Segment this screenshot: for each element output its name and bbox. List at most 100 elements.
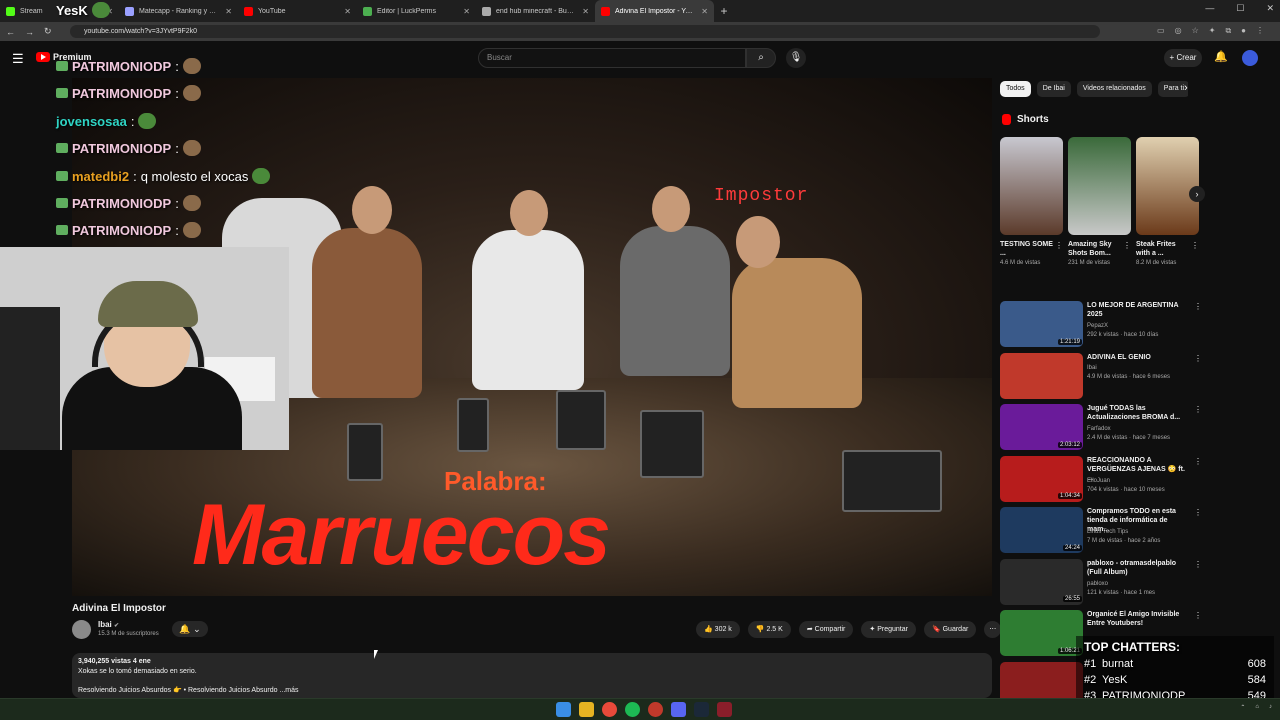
more-icon[interactable]: ⋮ <box>1123 241 1131 250</box>
sub-badge-icon <box>56 143 68 153</box>
cast-icon[interactable]: ▭ <box>1157 26 1165 36</box>
close-window-icon[interactable]: ✕ <box>1266 3 1274 14</box>
create-button[interactable]: + Crear <box>1164 49 1202 67</box>
impostor-label: Impostor <box>714 186 809 206</box>
reload-icon[interactable]: ↻ <box>44 26 52 37</box>
close-tab-icon[interactable]: ✕ <box>701 7 708 16</box>
volume-icon[interactable]: ♪ <box>1269 704 1272 711</box>
windows-start-icon[interactable] <box>556 702 571 717</box>
youtube-icon <box>601 6 610 16</box>
more-icon[interactable]: ⋮ <box>1194 508 1202 517</box>
short-thumbnail[interactable] <box>1136 137 1199 235</box>
close-tab-icon[interactable]: ✕ <box>463 7 470 16</box>
person-5-head <box>736 216 780 268</box>
chip-de-ibai[interactable]: De Ibai <box>1036 81 1071 97</box>
tab-search[interactable]: end hub minecraft - Buscar con✕ <box>476 0 595 22</box>
maximize-icon[interactable]: ☐ <box>1236 3 1244 14</box>
chat-message: YesK <box>56 2 110 18</box>
tab-adivina-impostor[interactable]: Adivina El Impostor - YouTu ✕ <box>595 0 714 22</box>
more-icon: ⋯ <box>989 626 997 633</box>
save-button[interactable]: 🔖 Guardar <box>923 621 977 638</box>
more-icon[interactable]: ⋮ <box>1194 405 1202 414</box>
more-icon[interactable]: ⋮ <box>1194 611 1202 620</box>
ask-button[interactable]: ✦ Preguntar <box>861 621 916 638</box>
more-icon[interactable]: ⋮ <box>1055 241 1063 250</box>
more-icon[interactable]: ⋮ <box>1194 457 1202 466</box>
rec-video[interactable]: 1:04:34 REACCIONANDO A VERGÜENZAS AJENAS … <box>1000 454 1202 506</box>
more-icon[interactable]: ⋮ <box>1194 560 1202 569</box>
new-tab-button[interactable]: + <box>714 4 734 18</box>
person-2 <box>312 228 422 398</box>
voice-search-button[interactable]: 🎙 <box>786 48 806 68</box>
close-tab-icon[interactable]: ✕ <box>344 7 351 16</box>
search-input[interactable]: Buscar <box>478 48 746 68</box>
short-thumbnail[interactable] <box>1000 137 1063 235</box>
file-explorer-icon[interactable] <box>579 702 594 717</box>
more-icon[interactable]: ⋮ <box>1191 241 1199 250</box>
extensions-bar: ▭ ◎ ☆ ✦ ⧉ ● ⋮ <box>1157 26 1264 36</box>
extension-icon[interactable]: ✦ <box>1209 26 1216 36</box>
notifications-bell-icon[interactable]: 🔔 <box>1214 50 1228 63</box>
subscribed-bell-button[interactable]: 🔔 ⌄ <box>172 621 208 637</box>
description-box[interactable]: 3,940,255 vistas 4 ene Xokas se lo tomó … <box>72 653 992 698</box>
search-icon: ⌕ <box>758 52 764 63</box>
short-card[interactable]: Steak Frites with a ... 8.2 M de vistas … <box>1136 137 1199 277</box>
shorts-header: Shorts <box>1002 114 1049 125</box>
google-icon <box>482 6 491 16</box>
share-button[interactable]: ➦ Compartir <box>798 621 854 638</box>
bookmark-star-icon[interactable]: ☆ <box>1192 26 1199 36</box>
screen: Stream✕ Matecapp - Ranking y Racha d✕ Yo… <box>0 0 1280 720</box>
close-tab-icon[interactable]: ✕ <box>225 7 232 16</box>
rec-video[interactable]: 2:03:12 Jugué TODAS las Actualizaciones B… <box>1000 402 1202 454</box>
rec-thumbnail[interactable] <box>1000 352 1083 399</box>
chevron-right-icon[interactable]: › <box>1184 82 1188 94</box>
back-icon[interactable]: ← <box>6 27 15 37</box>
tab-matecapp[interactable]: Matecapp - Ranking y Racha d✕ <box>119 0 238 22</box>
more-icon[interactable]: ⋮ <box>1256 26 1264 36</box>
network-icon[interactable]: ⌂ <box>1255 704 1259 711</box>
shorts-next-button[interactable]: › <box>1189 186 1205 202</box>
more-icon[interactable]: ⋮ <box>1194 354 1202 363</box>
verified-icon: ✔ <box>114 623 120 629</box>
channel-name[interactable]: Ibai ✔ <box>98 620 119 629</box>
address-bar[interactable]: youtube.com/watch?v=3JYvtP9F2k0 <box>70 25 1100 38</box>
shorts-shelf: TESTING SOME ... 4.6 M de vistas ⋮ Amazi… <box>1000 137 1199 277</box>
rec-video[interactable]: ADIVINA EL GENIO Ibai 4.9 M de vistas · ha… <box>1000 351 1202 403</box>
search-button[interactable]: ⌕ <box>746 48 776 68</box>
channel-avatar[interactable] <box>72 620 91 639</box>
chip-todos[interactable]: Todos <box>1000 81 1031 97</box>
app-icon[interactable] <box>648 702 663 717</box>
puzzle-icon[interactable]: ⧉ <box>1225 26 1231 36</box>
chrome-icon[interactable] <box>602 702 617 717</box>
more-actions-button[interactable]: ⋯ <box>984 621 1002 638</box>
account-avatar[interactable] <box>1242 50 1258 66</box>
view-count: 3,940,255 vistas 4 ene <box>78 658 151 665</box>
dislike-button[interactable]: 👎 2.5 K <box>747 621 791 638</box>
forward-icon[interactable]: → <box>25 27 34 37</box>
briefcase <box>347 423 383 481</box>
rec-video[interactable]: 1:21:19 LO MEJOR DE ARGENTINA 2025 PepazX 2… <box>1000 299 1202 351</box>
spotify-icon[interactable] <box>625 702 640 717</box>
rec-video[interactable]: 24:24 Compramos TODO en esta tienda de in… <box>1000 505 1202 557</box>
rec-video[interactable]: 26:55 pabloxo - otramasdelpablo (Full Alb… <box>1000 557 1202 609</box>
steam-icon[interactable] <box>694 702 709 717</box>
hamburger-menu-icon[interactable]: ☰ <box>12 51 24 67</box>
discord-icon[interactable] <box>671 702 686 717</box>
person-2-head <box>352 186 392 234</box>
eye-off-icon[interactable]: ◎ <box>1175 26 1182 36</box>
minimize-icon[interactable]: — <box>1205 3 1214 14</box>
more-icon[interactable]: ⋮ <box>1194 302 1202 311</box>
chevron-up-icon[interactable]: ⌃ <box>1240 704 1245 711</box>
short-card[interactable]: Amazing Sky Shots Bom... 231 M de vistas… <box>1068 137 1131 277</box>
chat-message: PATRIMONIODP: <box>56 85 201 101</box>
tab-luckperms[interactable]: Editor | LuckPerms ✕ <box>357 0 476 22</box>
short-card[interactable]: TESTING SOME ... 4.6 M de vistas ⋮ <box>1000 137 1063 277</box>
chip-videos-relacionados[interactable]: Videos relacionados <box>1076 81 1152 97</box>
tab-youtube[interactable]: YouTube ✕ <box>238 0 357 22</box>
short-thumbnail[interactable] <box>1068 137 1131 235</box>
obs-icon[interactable] <box>717 702 732 717</box>
sub-badge-icon <box>56 198 68 208</box>
close-tab-icon[interactable]: ✕ <box>582 7 589 16</box>
like-button[interactable]: 👍 302 k <box>696 621 740 638</box>
profile-icon[interactable]: ● <box>1241 26 1246 36</box>
